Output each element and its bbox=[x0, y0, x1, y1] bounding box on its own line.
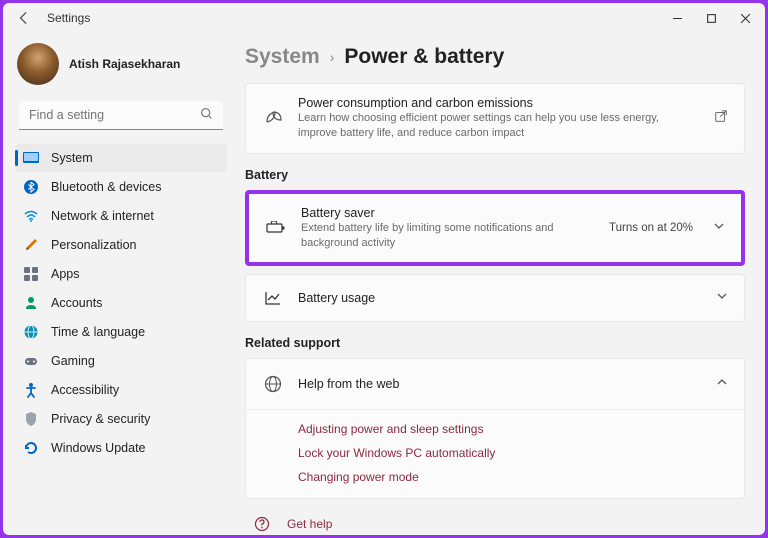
maximize-button[interactable] bbox=[703, 10, 719, 26]
arrow-left-icon bbox=[17, 11, 31, 25]
card-title: Help from the web bbox=[298, 377, 702, 391]
sidebar-item-accessibility[interactable]: Accessibility bbox=[15, 376, 227, 404]
chevron-up-icon bbox=[716, 375, 728, 393]
gamepad-icon bbox=[23, 353, 39, 369]
sidebar-item-gaming[interactable]: Gaming bbox=[15, 347, 227, 375]
help-link[interactable]: Changing power mode bbox=[298, 470, 728, 484]
help-link[interactable]: Lock your Windows PC automatically bbox=[298, 446, 728, 460]
card-title: Battery usage bbox=[298, 291, 702, 305]
get-help-row[interactable]: Get help bbox=[245, 499, 745, 535]
sidebar-item-update[interactable]: Windows Update bbox=[15, 434, 227, 462]
search-box[interactable] bbox=[19, 101, 223, 130]
wifi-icon bbox=[23, 208, 39, 224]
sidebar-item-label: Apps bbox=[51, 267, 80, 281]
sidebar-item-label: Network & internet bbox=[51, 209, 154, 223]
external-link-icon[interactable] bbox=[714, 109, 728, 128]
chevron-down-icon bbox=[716, 289, 728, 307]
sidebar-item-label: Time & language bbox=[51, 325, 145, 339]
sidebar-item-label: Bluetooth & devices bbox=[51, 180, 162, 194]
card-battery-saver[interactable]: Battery saver Extend battery life by lim… bbox=[249, 194, 741, 263]
page-title: Power & battery bbox=[344, 45, 504, 69]
minimize-icon bbox=[672, 13, 683, 24]
accessibility-icon bbox=[23, 382, 39, 398]
avatar bbox=[17, 43, 59, 85]
search-icon bbox=[200, 107, 213, 125]
card-title: Power consumption and carbon emissions bbox=[298, 96, 700, 110]
sidebar-item-label: Accessibility bbox=[51, 383, 119, 397]
breadcrumb: System › Power & battery bbox=[245, 45, 745, 69]
sidebar-item-label: Accounts bbox=[51, 296, 102, 310]
system-icon bbox=[23, 150, 39, 166]
setting-value: Turns on at 20% bbox=[609, 222, 693, 234]
person-icon bbox=[23, 295, 39, 311]
profile[interactable]: Atish Rajasekharan bbox=[15, 37, 227, 97]
section-battery: Battery bbox=[245, 168, 745, 182]
brush-icon bbox=[23, 237, 39, 253]
card-carbon-emissions[interactable]: Power consumption and carbon emissions L… bbox=[245, 83, 745, 154]
close-icon bbox=[740, 13, 751, 24]
breadcrumb-parent[interactable]: System bbox=[245, 45, 320, 69]
chevron-down-icon bbox=[713, 219, 725, 237]
help-link[interactable]: Adjusting power and sleep settings bbox=[298, 422, 728, 436]
chevron-right-icon: › bbox=[330, 49, 335, 65]
card-battery-usage[interactable]: Battery usage bbox=[245, 274, 745, 322]
card-desc: Learn how choosing efficient power setti… bbox=[298, 111, 700, 141]
maximize-icon bbox=[706, 13, 717, 24]
back-button[interactable] bbox=[15, 9, 33, 27]
minimize-button[interactable] bbox=[669, 10, 685, 26]
sidebar-item-personalization[interactable]: Personalization bbox=[15, 231, 227, 259]
update-icon bbox=[23, 440, 39, 456]
leaf-icon bbox=[262, 107, 284, 129]
username: Atish Rajasekharan bbox=[69, 57, 180, 71]
sidebar-item-bluetooth[interactable]: Bluetooth & devices bbox=[15, 173, 227, 201]
bluetooth-icon bbox=[23, 179, 39, 195]
sidebar-item-label: Windows Update bbox=[51, 441, 146, 455]
sidebar-item-accounts[interactable]: Accounts bbox=[15, 289, 227, 317]
sidebar-item-apps[interactable]: Apps bbox=[15, 260, 227, 288]
apps-icon bbox=[23, 266, 39, 282]
chart-icon bbox=[262, 287, 284, 309]
card-help-web: Help from the web Adjusting power and sl… bbox=[245, 358, 745, 499]
globe-clock-icon bbox=[23, 324, 39, 340]
shield-icon bbox=[23, 411, 39, 427]
card-title: Battery saver bbox=[301, 206, 595, 220]
get-help-link[interactable]: Get help bbox=[287, 517, 332, 531]
close-button[interactable] bbox=[737, 10, 753, 26]
sidebar-item-label: Personalization bbox=[51, 238, 136, 252]
sidebar-item-time[interactable]: Time & language bbox=[15, 318, 227, 346]
section-support: Related support bbox=[245, 336, 745, 350]
sidebar-item-label: Gaming bbox=[51, 354, 95, 368]
help-icon bbox=[251, 513, 273, 535]
battery-saver-icon bbox=[265, 217, 287, 239]
search-input[interactable] bbox=[19, 101, 223, 130]
app-title: Settings bbox=[47, 11, 90, 25]
globe-icon bbox=[262, 373, 284, 395]
sidebar-item-system[interactable]: System bbox=[15, 144, 227, 172]
sidebar-item-label: System bbox=[51, 151, 93, 165]
sidebar-item-label: Privacy & security bbox=[51, 412, 150, 426]
sidebar-item-network[interactable]: Network & internet bbox=[15, 202, 227, 230]
card-desc: Extend battery life by limiting some not… bbox=[301, 221, 595, 251]
help-web-header[interactable]: Help from the web bbox=[246, 359, 744, 410]
sidebar-item-privacy[interactable]: Privacy & security bbox=[15, 405, 227, 433]
